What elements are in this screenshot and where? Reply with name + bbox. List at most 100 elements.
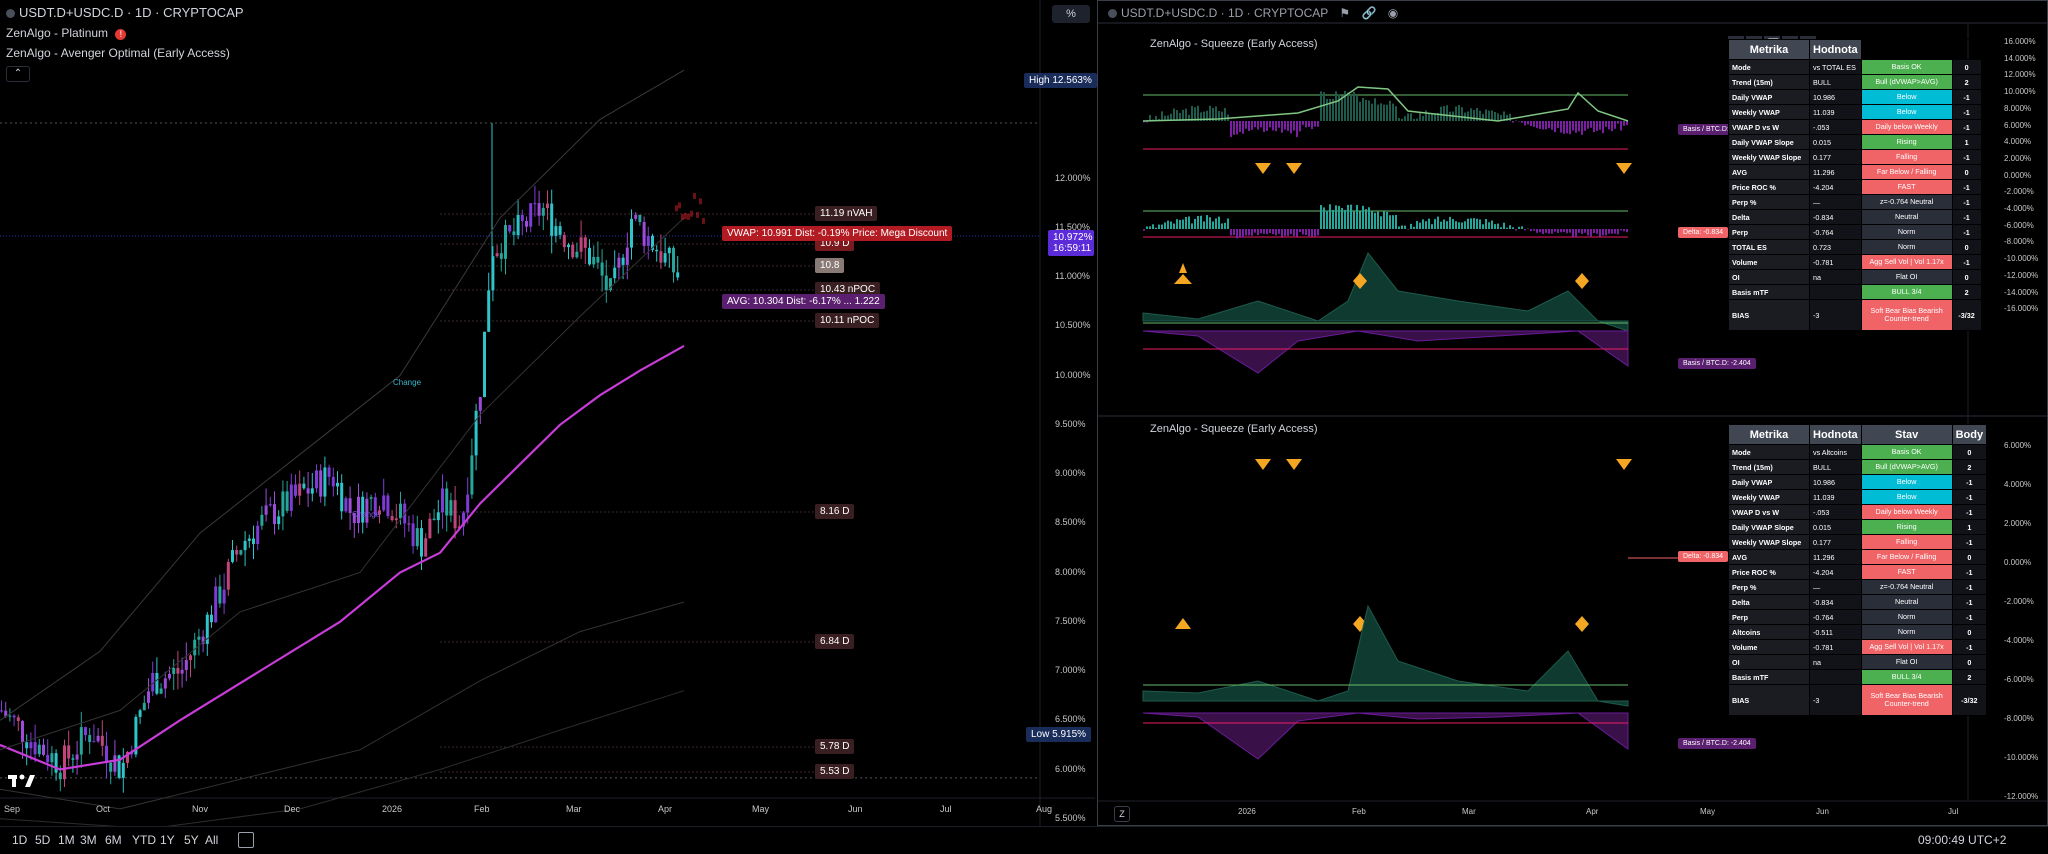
delta-histogram (1419, 223, 1421, 229)
indicator-avenger-name: ZenAlgo - Avenger Optimal (Early Access) (6, 46, 230, 60)
delta-histogram (1245, 229, 1247, 235)
date-range-icon[interactable] (238, 832, 254, 848)
candle-body (109, 763, 112, 772)
squeeze-histogram (1380, 103, 1382, 121)
axis-tick-label: -12.000% (2004, 792, 2038, 801)
metric-points-cell: -1 (1952, 565, 1987, 580)
metric-name-cell: Mode (1729, 445, 1810, 460)
zoom-icon[interactable]: Z (1114, 806, 1130, 822)
delta-histogram (1224, 223, 1226, 229)
last-price-tag: 10.972% 16:59:11 (1048, 230, 1094, 256)
squeeze-histogram (1617, 121, 1619, 124)
delta-histogram (1200, 216, 1202, 229)
metric-name-cell: OI (1729, 655, 1810, 670)
delta-histogram (1227, 219, 1229, 229)
squeeze-histogram (1470, 108, 1472, 121)
symbol-legend[interactable]: USDT.D+USDC.D · 1D · CRYPTOCAP (6, 5, 244, 20)
squeeze-histogram (1455, 107, 1457, 121)
delta-histogram (1287, 229, 1289, 236)
level-tag: 5.78 D (815, 739, 854, 754)
candle-body (529, 203, 532, 227)
high-marker: High 12.563% (1024, 73, 1097, 88)
collapse-legend-button[interactable]: ⌃ (6, 66, 30, 82)
timeframe-button-all[interactable]: All (205, 833, 218, 847)
squeeze-histogram (1581, 121, 1583, 135)
timeframe-button-3m[interactable]: 3M (80, 833, 97, 847)
squeeze-histogram (1338, 95, 1340, 121)
delta-histogram (1254, 229, 1256, 233)
axis-tick-label: 0.000% (2004, 558, 2031, 567)
level-tag: 10.11 nPOC (815, 313, 879, 328)
level-tag: 5.53 D (815, 764, 854, 779)
timeframe-button-5d[interactable]: 5D (35, 833, 50, 847)
squeeze-histogram (1311, 121, 1313, 129)
delta-histogram (1521, 226, 1523, 229)
delta-histogram (1446, 221, 1448, 229)
squeeze-histogram (1335, 91, 1337, 121)
candle-body (596, 257, 599, 263)
delta-histogram (1626, 229, 1628, 232)
metric-name-cell: Weekly VWAP Slope (1729, 150, 1810, 165)
table-row: Perp-0.764Norm-1 (1729, 610, 1987, 625)
indicator-avenger-legend[interactable]: ZenAlgo - Avenger Optimal (Early Access) (6, 46, 230, 60)
delta-histogram (1317, 229, 1319, 235)
candle-body (97, 736, 100, 741)
table-row: OInaFlat OI0 (1729, 270, 1982, 285)
metric-status-cell: Far Below / Falling (1861, 165, 1952, 180)
delta-histogram (1512, 227, 1514, 229)
warning-icon[interactable]: ! (115, 29, 126, 40)
squeeze-histogram (1560, 121, 1562, 133)
delta-histogram (1542, 229, 1544, 234)
price-chart-canvas[interactable] (0, 0, 1095, 826)
squeeze-histogram (1425, 110, 1427, 121)
metric-status-cell: Norm (1861, 610, 1952, 625)
timeframe-button-ytd[interactable]: YTD (132, 833, 156, 847)
timeframe-button-1m[interactable]: 1M (58, 833, 75, 847)
metric-name-cell: Daily VWAP (1729, 90, 1810, 105)
scale-mode-button[interactable]: % (1052, 5, 1090, 23)
squeeze-histogram (1392, 104, 1394, 121)
high-value: 12.563% (1052, 75, 1091, 86)
candle-body (101, 736, 104, 746)
squeeze-histogram (1404, 116, 1406, 121)
side-symbol-legend[interactable]: USDT.D+USDC.D · 1D · CRYPTOCAP ⚑ 🔗 ◉ (1108, 6, 1398, 20)
delta-histogram (1341, 208, 1343, 229)
metric-value-cell: -4.204 (1810, 565, 1862, 580)
delta-histogram (1296, 229, 1298, 237)
candle-body (197, 637, 200, 640)
metric-name-cell: Trend (15m) (1729, 460, 1810, 475)
timeframe-button-5y[interactable]: 5Y (184, 833, 199, 847)
indicator-platinum-legend[interactable]: ZenAlgo - Platinum ! (6, 26, 126, 40)
metric-status-cell: Basis OK (1861, 445, 1952, 460)
link-icon[interactable]: 🔗 (1362, 6, 1377, 20)
squeeze-histogram (1608, 121, 1610, 129)
candle-body (319, 470, 322, 496)
squeeze-histogram (1377, 105, 1379, 121)
tradingview-logo[interactable] (8, 773, 38, 789)
squeeze-histogram (1548, 121, 1550, 128)
metric-status-cell: Bull (dVWAP>AVG) (1861, 75, 1952, 90)
squeeze-histogram (1371, 104, 1373, 121)
candle-body (164, 678, 167, 688)
squeeze-histogram (1599, 121, 1601, 130)
candle-body (328, 467, 331, 476)
delta-histogram (1281, 229, 1283, 237)
metric-name-cell: Trend (15m) (1729, 75, 1810, 90)
timeframe-button-1d[interactable]: 1D (12, 833, 27, 847)
time-tick-label: Nov (192, 804, 208, 814)
main-chart-pane[interactable]: USDT.D+USDC.D · 1D · CRYPTOCAP ZenAlgo -… (0, 0, 1095, 826)
indicator-chart-window[interactable]: USDT.D+USDC.D · 1D · CRYPTOCAP ⚑ 🔗 ◉ Zen… (1097, 0, 2048, 826)
candle-body (50, 753, 53, 762)
timeframe-button-6m[interactable]: 6M (105, 833, 122, 847)
price-tick-label: 9.500% (1055, 419, 1086, 429)
eye-icon[interactable]: ◉ (1388, 6, 1398, 20)
timeframe-button-1y[interactable]: 1Y (160, 833, 175, 847)
squeeze-histogram (1173, 108, 1175, 121)
candle-body (601, 263, 604, 276)
flag-icon[interactable]: ⚑ (1339, 6, 1350, 20)
clock[interactable]: 09:00:49 UTC+2 (1918, 833, 2006, 847)
delta-histogram (1572, 229, 1574, 237)
candle-body (575, 252, 578, 258)
metric-points-cell: 0 (1952, 270, 1981, 285)
metric-value-cell: vs TOTAL ES (1810, 60, 1862, 75)
